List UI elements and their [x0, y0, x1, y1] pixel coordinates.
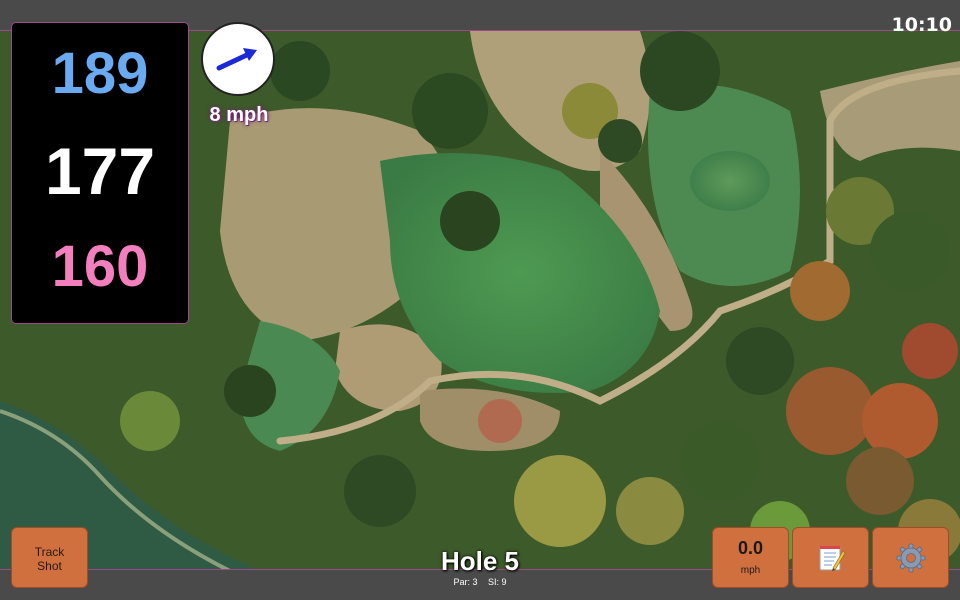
- settings-button[interactable]: [872, 527, 949, 588]
- wind-arrow-icon: [216, 48, 257, 71]
- distance-middle: 177: [44, 134, 156, 208]
- notes-button[interactable]: [792, 527, 869, 588]
- wind-speed-value: 0.0: [737, 538, 764, 558]
- app-screen: 10:10 189 177 160 8 mph Track Shot 0.0 m…: [0, 0, 960, 600]
- distance-back: 189: [51, 41, 149, 106]
- hole-details: Par: 3 SI: 9: [380, 577, 580, 587]
- gear-icon: [896, 543, 925, 572]
- track-shot-label-line2: Shot: [37, 559, 62, 573]
- track-shot-button[interactable]: Track Shot: [11, 527, 88, 588]
- distance-panel: 189 177 160: [11, 22, 189, 324]
- wind-speed-button[interactable]: 0.0 mph: [712, 527, 789, 588]
- wind-speed-unit: mph: [740, 565, 761, 576]
- distance-front: 160: [51, 234, 149, 299]
- notepad-icon: [819, 545, 845, 571]
- hole-title: Hole 5: [440, 546, 520, 576]
- clock: 10:10: [891, 14, 952, 36]
- wind-speed-label: 8 mph: [209, 104, 269, 126]
- hole-stroke-index: SI: 9: [488, 577, 507, 587]
- hole-par: Par: 3: [453, 577, 478, 587]
- wind-direction-dial: [201, 22, 275, 96]
- track-shot-label-line1: Track: [34, 545, 65, 559]
